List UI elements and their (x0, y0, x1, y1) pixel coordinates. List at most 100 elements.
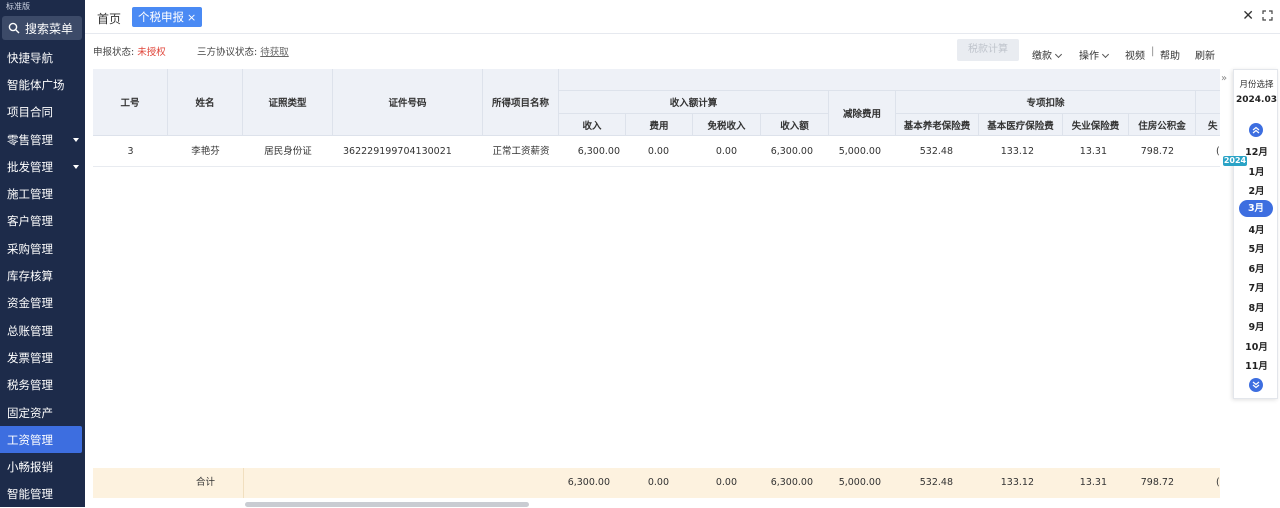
header-special-deduction: 专项扣除 (896, 91, 1196, 114)
header-pension: 基本养老保险费 (896, 114, 979, 136)
tab-bar: 首页 个税申报 × ✕ (85, 0, 1280, 34)
month-option[interactable]: 7月 (1234, 280, 1279, 294)
sidebar-item-customer[interactable]: 客户管理 (0, 208, 85, 235)
sidebar-item-funds[interactable]: 资金管理 (0, 290, 85, 317)
sidebar-item-label: 客户管理 (7, 214, 53, 229)
cell-cut: ( (1216, 146, 1220, 157)
cell-medical: 133.12 (1000, 146, 1034, 157)
sidebar-item-expense-claim[interactable]: 小畅报销 (0, 453, 85, 480)
search-menu-label: 搜索菜单 (25, 21, 74, 36)
table-footer: 合计 6,300.00 0.00 0.00 6,300.00 5,000.00 … (93, 468, 1220, 498)
month-option[interactable]: 11月 (1234, 358, 1279, 372)
sidebar-item-label: 施工管理 (7, 187, 53, 202)
table-row[interactable]: 3 李艳芬 居民身份证 362229199704130021 正常工资薪资 6,… (93, 136, 1220, 167)
cell-id-no: 362229199704130021 (343, 146, 452, 157)
header-unemployment: 失业保险费 (1063, 114, 1129, 136)
footer-medical: 133.12 (1000, 477, 1034, 488)
sidebar-item-retail[interactable]: 零售管理 (0, 126, 85, 153)
sidebar-item-label: 固定资产 (7, 405, 53, 420)
scroll-down-icon[interactable] (1249, 378, 1263, 392)
sidebar-item-purchase[interactable]: 采购管理 (0, 235, 85, 262)
sidebar-item-invoice[interactable]: 发票管理 (0, 344, 85, 371)
header-tax-free: 免税收入 (693, 114, 761, 136)
declare-status-value: 未授权 (137, 47, 166, 58)
scroll-up-icon[interactable] (1249, 123, 1263, 137)
footer-pension: 532.48 (919, 477, 953, 488)
sidebar-item-label: 库存核算 (7, 269, 53, 284)
cell-tax-free: 0.00 (715, 146, 737, 157)
header-medical: 基本医疗保险费 (979, 114, 1063, 136)
header-income-item: 所得项目名称 (483, 69, 559, 136)
cell-id-type: 居民身份证 (264, 146, 312, 157)
footer-income: 6,300.00 (567, 477, 610, 488)
tab-tax-declaration[interactable]: 个税申报 × (132, 7, 203, 27)
sidebar-item-quick-nav[interactable]: 快捷导航 (0, 44, 85, 71)
sidebar-item-fixed-assets[interactable]: 固定资产 (0, 399, 85, 426)
search-icon (8, 22, 20, 34)
cell-income-amount: 6,300.00 (770, 146, 813, 157)
cell-unemployment: 13.31 (1079, 146, 1107, 157)
header-deduction: 减除费用 (829, 91, 896, 136)
month-option[interactable]: 6月 (1234, 261, 1279, 275)
search-menu-button[interactable]: 搜索菜单 (2, 16, 82, 40)
footer-label: 合计 (195, 477, 215, 488)
month-option[interactable]: 2月 (1234, 183, 1279, 197)
declare-status-label: 申报状态: (93, 47, 135, 58)
cell-name: 李艳芬 (191, 146, 220, 157)
operate-dropdown[interactable]: 操作 (1079, 47, 1110, 62)
header-expense: 费用 (626, 114, 693, 136)
sidebar-item-label: 采购管理 (7, 241, 53, 256)
header-income-amount: 收入额 (761, 114, 829, 136)
video-link[interactable]: 视频 (1125, 47, 1145, 62)
agreement-status: 三方协议状态: 待获取 (197, 44, 289, 58)
tax-calc-button[interactable]: 税款计算 (957, 39, 1019, 61)
month-option[interactable]: 1月 (1234, 164, 1279, 178)
operate-label: 操作 (1079, 51, 1099, 62)
sidebar-item-ledger[interactable]: 总账管理 (0, 317, 85, 344)
agreement-status-link[interactable]: 待获取 (260, 47, 289, 58)
sidebar-item-project-contract[interactable]: 项目合同 (0, 99, 85, 126)
header-name: 姓名 (168, 69, 243, 136)
footer-housing-fund: 798.72 (1140, 477, 1174, 488)
cell-income-item: 正常工资薪资 (492, 146, 550, 157)
month-option[interactable]: 4月 (1234, 222, 1279, 236)
declare-status: 申报状态: 未授权 (93, 44, 166, 58)
tab-home[interactable]: 首页 (97, 10, 121, 27)
sidebar-item-tax[interactable]: 税务管理 (0, 372, 85, 399)
sidebar-item-label: 资金管理 (7, 296, 53, 311)
sidebar-item-construction[interactable]: 施工管理 (0, 180, 85, 207)
chevron-down-icon (1101, 50, 1110, 59)
header-cut-group (1196, 91, 1220, 114)
help-link[interactable]: 帮助 (1160, 47, 1180, 62)
horizontal-scrollbar[interactable] (245, 502, 529, 507)
refresh-button[interactable]: 刷新 (1195, 47, 1215, 62)
sidebar-item-inventory[interactable]: 库存核算 (0, 262, 85, 289)
cell-pension: 532.48 (919, 146, 953, 157)
footer-expense: 0.00 (647, 477, 669, 488)
tab-label: 个税申报 (138, 10, 184, 24)
header-cut: 失 (1196, 114, 1220, 136)
sidebar-item-payroll[interactable]: 工资管理 (0, 426, 82, 454)
sidebar-item-label: 快捷导航 (7, 50, 53, 65)
cell-deduction: 5,000.00 (838, 146, 881, 157)
month-option[interactable]: 8月 (1234, 300, 1279, 314)
month-option[interactable]: 5月 (1234, 241, 1279, 255)
sidebar-item-wholesale[interactable]: 批发管理 (0, 153, 85, 180)
sidebar-item-agent-plaza[interactable]: 智能体广场 (0, 71, 85, 98)
month-option[interactable]: 9月 (1234, 319, 1279, 333)
month-option[interactable]: 10月 (1234, 339, 1279, 353)
close-icon[interactable]: ✕ (1242, 8, 1254, 24)
edition-label: 标准版 (6, 2, 30, 11)
collapse-panel-icon[interactable]: » (1221, 73, 1227, 84)
fullscreen-icon[interactable] (1262, 10, 1273, 21)
header-id-type: 证照类型 (243, 69, 333, 136)
year-badge: 2024 (1223, 156, 1247, 166)
pay-dropdown[interactable]: 缴款 (1032, 47, 1063, 62)
month-option-selected[interactable]: 3月 (1239, 200, 1273, 217)
sidebar-item-smart-management[interactable]: 智能管理 (0, 481, 85, 508)
sidebar-item-label: 工资管理 (7, 432, 53, 447)
toolbar: 申报状态: 未授权 三方协议状态: 待获取 税款计算 缴款 操作 视频 | 帮助… (85, 34, 1280, 68)
cell-expense: 0.00 (647, 146, 669, 157)
agreement-status-label: 三方协议状态: (197, 47, 258, 58)
close-tab-icon[interactable]: × (187, 11, 196, 24)
